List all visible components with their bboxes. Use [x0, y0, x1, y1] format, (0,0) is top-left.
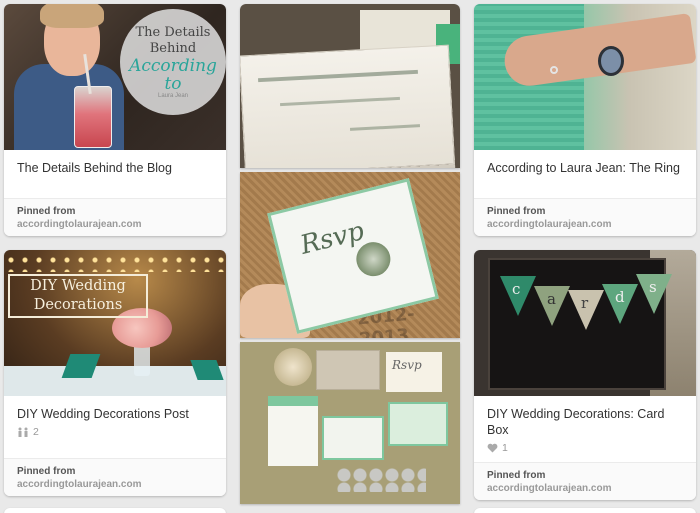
- photo-invites-stack: [240, 44, 455, 168]
- pin-image[interactable]: 2012-2013 Rsvp: [240, 172, 460, 338]
- pin-image[interactable]: DIY Wedding Decorations: [4, 250, 226, 396]
- photo-table-shape: [4, 366, 226, 396]
- bunting-letter-3: r: [581, 294, 589, 312]
- pin-description[interactable]: The Details Behind the Blog: [4, 150, 226, 176]
- pin-image[interactable]: [474, 4, 696, 150]
- bunting-banner: c a r d s: [500, 270, 672, 336]
- diy-title-overlay: DIY Wedding Decorations: [8, 274, 148, 318]
- overlay-line-4: Laura Jean: [157, 93, 189, 99]
- pin-source[interactable]: Pinned from accordingtolaurajean.com: [474, 198, 696, 236]
- pin-image[interactable]: The Details Behind According to Laura Je…: [4, 4, 226, 150]
- overlay-line-2: Behind: [149, 41, 197, 56]
- photo-map-card: [388, 402, 448, 446]
- pin-stats: 2: [4, 422, 226, 438]
- pin-card-next-partial[interactable]: [474, 508, 696, 513]
- pin-image[interactable]: [240, 4, 460, 168]
- pin-card-details-behind-blog[interactable]: The Details Behind According to Laura Je…: [4, 4, 226, 236]
- pin-card-the-ring[interactable]: According to Laura Jean: The Ring Pinned…: [474, 4, 696, 236]
- bunting-letter-1: c: [512, 280, 521, 298]
- photo-rsvp-card-mid: [322, 416, 384, 460]
- like-count: 1: [502, 442, 508, 454]
- bunting-letter-2: a: [547, 290, 556, 308]
- pinned-from-label: Pinned from: [487, 470, 546, 481]
- pin-description[interactable]: DIY Wedding Decorations: Card Box: [474, 396, 696, 438]
- photo-lights-strip: [4, 254, 226, 272]
- source-domain-link[interactable]: accordingtolaurajean.com: [17, 219, 213, 230]
- source-domain-link[interactable]: accordingtolaurajean.com: [487, 219, 683, 230]
- repin-icon: [18, 427, 28, 437]
- pin-description[interactable]: According to Laura Jean: The Ring: [474, 150, 696, 176]
- blog-logo-overlay: The Details Behind According to Laura Je…: [120, 9, 226, 115]
- repin-count: 2: [33, 426, 39, 438]
- pinned-from-label: Pinned from: [17, 466, 76, 477]
- pin-source[interactable]: Pinned from accordingtolaurajean.com: [4, 458, 226, 496]
- bunting-letter-5: s: [649, 278, 657, 296]
- overlay-line-3: According to: [129, 56, 217, 94]
- bunting-letter-4: d: [615, 288, 625, 306]
- heart-icon: [487, 443, 498, 453]
- pin-card-rsvp-burlap[interactable]: 2012-2013 Rsvp: [240, 172, 460, 338]
- pin-source[interactable]: Pinned from accordingtolaurajean.com: [474, 462, 696, 500]
- pin-card-diy-decorations[interactable]: DIY Wedding Decorations DIY Wedding Deco…: [4, 250, 226, 496]
- photo-rsvp-small-text: Rsvp: [392, 358, 422, 372]
- photo-coins-shape: [336, 468, 426, 492]
- pin-source[interactable]: Pinned from accordingtolaurajean.com: [4, 198, 226, 236]
- pin-card-rsvp-suite[interactable]: Rsvp: [240, 342, 460, 504]
- pin-description[interactable]: DIY Wedding Decorations Post: [4, 396, 226, 422]
- photo-rsvp-card-small: Rsvp: [386, 352, 442, 392]
- source-domain-link[interactable]: accordingtolaurajean.com: [487, 483, 683, 494]
- pin-card-next-partial[interactable]: [4, 508, 226, 513]
- photo-hair-shape: [40, 4, 104, 28]
- photo-invite-card: [268, 396, 318, 466]
- photo-watch-shape: [598, 46, 624, 76]
- pin-image[interactable]: Rsvp: [240, 342, 460, 504]
- source-domain-link[interactable]: accordingtolaurajean.com: [17, 479, 213, 490]
- pinned-from-label: Pinned from: [17, 206, 76, 217]
- overlay-line-2: Decorations: [33, 297, 123, 313]
- pinned-from-label: Pinned from: [487, 206, 546, 217]
- overlay-line-1: The Details: [135, 25, 211, 40]
- photo-glass-shape: [74, 86, 112, 148]
- pin-card-invitation-stack[interactable]: [240, 4, 460, 168]
- pin-card-card-box[interactable]: c a r d s DIY Wedding Decorations: Card …: [474, 250, 696, 500]
- photo-ring-shape: [550, 66, 558, 74]
- photo-twine-ball: [274, 348, 312, 386]
- photo-envelope-shape: [316, 350, 380, 390]
- pin-image[interactable]: c a r d s: [474, 250, 696, 396]
- pin-stats: 1: [474, 438, 696, 454]
- overlay-line-1: DIY Wedding: [30, 278, 126, 294]
